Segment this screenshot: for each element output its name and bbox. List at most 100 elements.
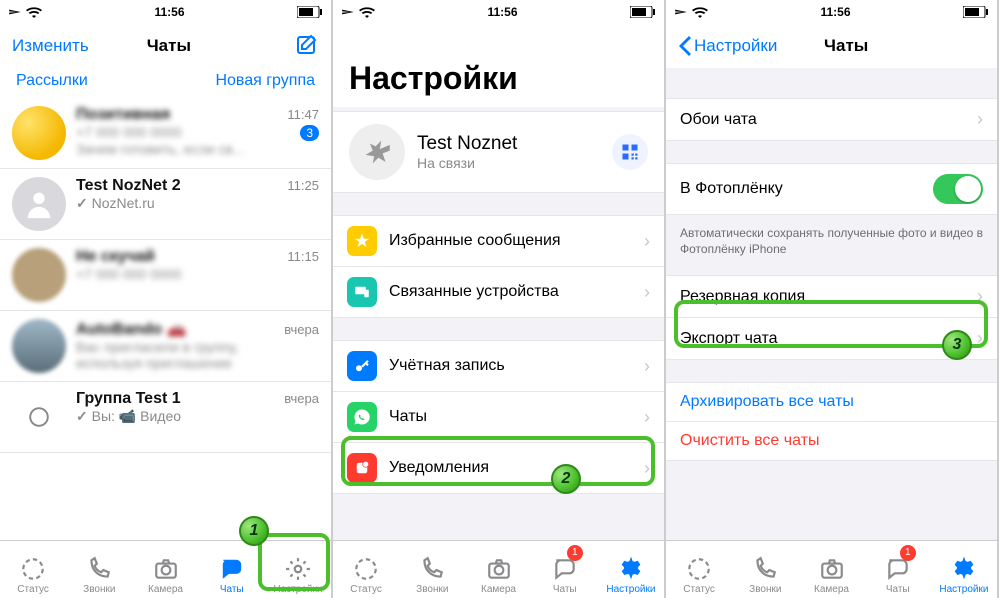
- status-time: 11:56: [154, 5, 184, 19]
- status-bar: 11:56: [333, 0, 664, 24]
- chat-time: 11:47: [287, 107, 319, 122]
- row-save-cameraroll[interactable]: В Фотоплёнку: [666, 164, 997, 214]
- tab-status[interactable]: Статус: [0, 541, 66, 598]
- profile-name: Test Noznet: [417, 133, 612, 155]
- chat-name: Test NozNet 2: [76, 177, 181, 195]
- chat-time: вчера: [284, 391, 319, 406]
- page-title: Чаты: [147, 36, 191, 56]
- chat-row[interactable]: Test NozNet 211:25 ✓ NozNet.ru: [0, 169, 331, 240]
- airplane-icon: [341, 5, 355, 19]
- tab-calls[interactable]: Звонки: [732, 541, 798, 598]
- whatsapp-icon: [347, 402, 377, 432]
- row-label: Архивировать все чаты: [680, 393, 983, 411]
- row-archive-all[interactable]: Архивировать все чаты: [666, 383, 997, 422]
- unread-badge: 3: [300, 125, 319, 141]
- row-label: Резервная копия: [680, 288, 977, 306]
- tab-calls[interactable]: Звонки: [399, 541, 465, 598]
- row-label: Учётная запись: [389, 357, 644, 375]
- tab-chats[interactable]: 1Чаты: [865, 541, 931, 598]
- avatar: [12, 319, 66, 373]
- chat-preview: Зачем готовить, если св...: [76, 141, 319, 157]
- battery-icon: [963, 6, 989, 18]
- chat-name: Не скучай: [76, 248, 155, 266]
- chat-name: Группа Test 1: [76, 390, 181, 408]
- badge: 1: [567, 545, 583, 561]
- chevron-right-icon: ›: [644, 356, 650, 377]
- chevron-right-icon: ›: [644, 458, 650, 479]
- toggle-switch[interactable]: [933, 174, 983, 204]
- tab-camera[interactable]: Камера: [132, 541, 198, 598]
- chat-row[interactable]: Позитивная 11:47 +7 000 000 0000 3 Зачем …: [0, 98, 331, 169]
- broadcasts-link[interactable]: Рассылки: [16, 72, 88, 90]
- tab-chats[interactable]: 1Чаты: [532, 541, 598, 598]
- notifications-icon: [347, 453, 377, 483]
- row-label: Экспорт чата: [680, 330, 977, 348]
- chat-settings-list: Обои чата› В Фотоплёнку Автоматически со…: [666, 68, 997, 540]
- chevron-right-icon: ›: [977, 328, 983, 349]
- chat-list: Позитивная 11:47 +7 000 000 0000 3 Зачем …: [0, 98, 331, 540]
- tab-settings[interactable]: Настройки: [265, 541, 331, 598]
- chat-preview: +7 000 000 0000: [76, 124, 182, 140]
- compose-icon[interactable]: [295, 34, 319, 58]
- chat-time: 11:25: [287, 178, 319, 193]
- row-chats[interactable]: Чаты›: [333, 392, 664, 443]
- profile-row[interactable]: Test Noznet На связи: [333, 111, 664, 193]
- row-label: Связанные устройства: [389, 283, 644, 301]
- tab-settings[interactable]: Настройки: [931, 541, 997, 598]
- tab-status[interactable]: Статус: [333, 541, 399, 598]
- battery-icon: [630, 6, 656, 18]
- tab-status[interactable]: Статус: [666, 541, 732, 598]
- qr-button[interactable]: [612, 134, 648, 170]
- chat-row[interactable]: AutoBando 🚗вчера Вас пригласили в группу…: [0, 311, 331, 382]
- step-badge-1: 1: [239, 516, 269, 546]
- row-backup[interactable]: Резервная копия›: [666, 276, 997, 318]
- tab-camera[interactable]: Камера: [465, 541, 531, 598]
- tab-chats[interactable]: Чаты: [199, 541, 265, 598]
- avatar: [12, 106, 66, 160]
- row-linked[interactable]: Связанные устройства›: [333, 267, 664, 317]
- tab-calls[interactable]: Звонки: [66, 541, 132, 598]
- row-starred[interactable]: Избранные сообщения›: [333, 216, 664, 267]
- newgroup-link[interactable]: Новая группа: [215, 72, 315, 90]
- tab-settings[interactable]: Настройки: [598, 541, 664, 598]
- phone-settings: 11:56 Настройки Test Noznet На связи Изб…: [333, 0, 666, 598]
- star-icon: [347, 226, 377, 256]
- chevron-right-icon: ›: [644, 282, 650, 303]
- row-notifications[interactable]: Уведомления›: [333, 443, 664, 493]
- chat-preview: +7 000 000 0000: [76, 266, 319, 282]
- chat-name: Позитивная: [76, 106, 170, 124]
- chat-time: 11:15: [287, 249, 319, 264]
- airplane-icon: [8, 5, 22, 19]
- chat-row[interactable]: Не скучай 11:15 +7 000 000 0000: [0, 240, 331, 311]
- tab-bar: Статус Звонки Камера 1Чаты Настройки: [666, 540, 997, 598]
- wifi-icon: [692, 6, 708, 18]
- badge: 1: [900, 545, 916, 561]
- status-bar: 11:56: [666, 0, 997, 24]
- key-icon: [347, 351, 377, 381]
- phone-chat-settings: 11:56 Настройки Чаты Обои чата› В Фотопл…: [666, 0, 999, 598]
- row-wallpaper[interactable]: Обои чата›: [666, 99, 997, 140]
- chevron-right-icon: ›: [644, 407, 650, 428]
- avatar: [12, 177, 66, 231]
- chevron-left-icon: [678, 36, 692, 56]
- chat-row[interactable]: Группа Test 1вчера ✓ Вы: 📹 Видео: [0, 382, 331, 453]
- row-label: Очистить все чаты: [680, 432, 983, 450]
- tab-camera[interactable]: Камера: [798, 541, 864, 598]
- devices-icon: [347, 277, 377, 307]
- page-title: Настройки: [333, 54, 664, 107]
- chevron-right-icon: ›: [644, 231, 650, 252]
- phone-chats: 11:56 Изменить Чаты Рассылки Новая групп…: [0, 0, 333, 598]
- group-footer: Автоматически сохранять полученные фото …: [666, 219, 997, 257]
- avatar: [12, 390, 66, 444]
- battery-icon: [297, 6, 323, 18]
- row-label: Чаты: [389, 408, 644, 426]
- row-account[interactable]: Учётная запись›: [333, 341, 664, 392]
- page-title: Чаты: [824, 36, 868, 56]
- row-label: Избранные сообщения: [389, 232, 644, 250]
- edit-button[interactable]: Изменить: [12, 36, 89, 56]
- back-button[interactable]: Настройки: [678, 36, 777, 56]
- avatar: [12, 248, 66, 302]
- row-clear-all[interactable]: Очистить все чаты: [666, 422, 997, 460]
- tab-bar: Статус Звонки Камера Чаты Настройки: [0, 540, 331, 598]
- chevron-right-icon: ›: [977, 286, 983, 307]
